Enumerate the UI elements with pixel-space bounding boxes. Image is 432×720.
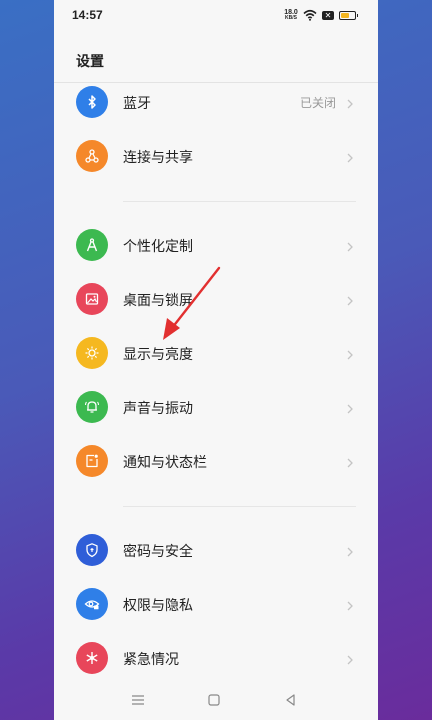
- settings-item[interactable]: 蓝牙 已关闭: [54, 76, 378, 130]
- chevron-right-icon: [347, 242, 353, 252]
- network-speed: 18.0 KB/S: [284, 9, 298, 21]
- settings-item-label: 显示与亮度: [123, 346, 193, 362]
- chevron-right-icon: [347, 296, 353, 306]
- settings-item[interactable]: 紧急情况: [54, 632, 378, 686]
- settings-item-label: 通知与状态栏: [123, 454, 207, 470]
- chevron-right-icon: [347, 404, 353, 414]
- group-divider: [123, 201, 356, 202]
- chevron: [344, 348, 356, 360]
- menu-icon: [132, 695, 144, 705]
- settings-item-label: 权限与隐私: [123, 597, 193, 613]
- home-square-icon: [208, 694, 220, 706]
- settings-item-label: 密码与安全: [123, 543, 193, 559]
- settings-item-label: 个性化定制: [123, 238, 193, 254]
- settings-item[interactable]: 密码与安全: [54, 524, 378, 578]
- chevron-right-icon: [347, 99, 353, 109]
- chevron-right-icon: [347, 153, 353, 163]
- settings-list: 蓝牙 已关闭连接与共享个性化定制桌面与锁屏显示与亮度声音与振动通知与状态栏 密码与安…: [54, 76, 378, 686]
- battery-icon: [339, 10, 358, 20]
- settings-item[interactable]: 通知与状态栏: [54, 435, 378, 489]
- network-speed-unit: KB/S: [285, 15, 297, 21]
- chevron: [344, 456, 356, 468]
- settings-screen: 14:57 18.0 KB/S ✕ 设置 蓝牙 已关闭连接与共享个性化定制桌面与锁…: [54, 0, 378, 720]
- settings-item-label: 连接与共享: [123, 149, 193, 165]
- settings-item-label: 桌面与锁屏: [123, 292, 193, 308]
- bell-icon: [76, 391, 108, 423]
- battery-level: [341, 12, 350, 18]
- back-button[interactable]: [283, 692, 299, 708]
- chevron: [344, 599, 356, 611]
- chevron-right-icon: [347, 547, 353, 557]
- compass-icon: [76, 229, 108, 261]
- chevron: [344, 151, 356, 163]
- settings-item-label: 蓝牙: [123, 95, 151, 111]
- wifi-icon: [303, 9, 317, 21]
- status-indicators: 18.0 KB/S ✕: [284, 7, 358, 23]
- chevron-right-icon: [347, 655, 353, 665]
- settings-item-value: 已关闭: [299, 96, 336, 110]
- chevron: [344, 545, 356, 557]
- chevron: [344, 97, 356, 109]
- status-time: 14:57: [72, 8, 103, 22]
- sun-icon: [76, 337, 108, 369]
- settings-item[interactable]: 显示与亮度: [54, 327, 378, 381]
- chevron: [344, 294, 356, 306]
- picture-icon: [76, 283, 108, 315]
- chevron-right-icon: [347, 458, 353, 468]
- settings-item[interactable]: 桌面与锁屏: [54, 273, 378, 327]
- settings-item-label: 声音与振动: [123, 400, 193, 416]
- sim-card-icon: ✕: [322, 10, 334, 20]
- settings-item-label: 紧急情况: [123, 651, 179, 667]
- settings-item[interactable]: 个性化定制: [54, 219, 378, 273]
- chevron: [344, 653, 356, 665]
- chevron: [344, 240, 356, 252]
- share-nodes-icon: [76, 140, 108, 172]
- chevron: [344, 402, 356, 414]
- bluetooth-icon: [76, 86, 108, 118]
- page-title: 设置: [76, 53, 104, 69]
- menu-button[interactable]: [130, 692, 146, 708]
- eye-lock-icon: [76, 588, 108, 620]
- home-button[interactable]: [206, 692, 222, 708]
- status-bar: 14:57 18.0 KB/S ✕: [54, 0, 378, 32]
- settings-item[interactable]: 连接与共享: [54, 130, 378, 184]
- notification-icon: [76, 445, 108, 477]
- shield-icon: [76, 534, 108, 566]
- settings-item[interactable]: 声音与振动: [54, 381, 378, 435]
- snowflake-icon: [76, 642, 108, 674]
- chevron-right-icon: [347, 350, 353, 360]
- navigation-bar: [54, 680, 378, 720]
- group-divider: [123, 506, 356, 507]
- chevron-right-icon: [347, 601, 353, 611]
- back-triangle-icon: [286, 694, 295, 706]
- settings-item[interactable]: 权限与隐私: [54, 578, 378, 632]
